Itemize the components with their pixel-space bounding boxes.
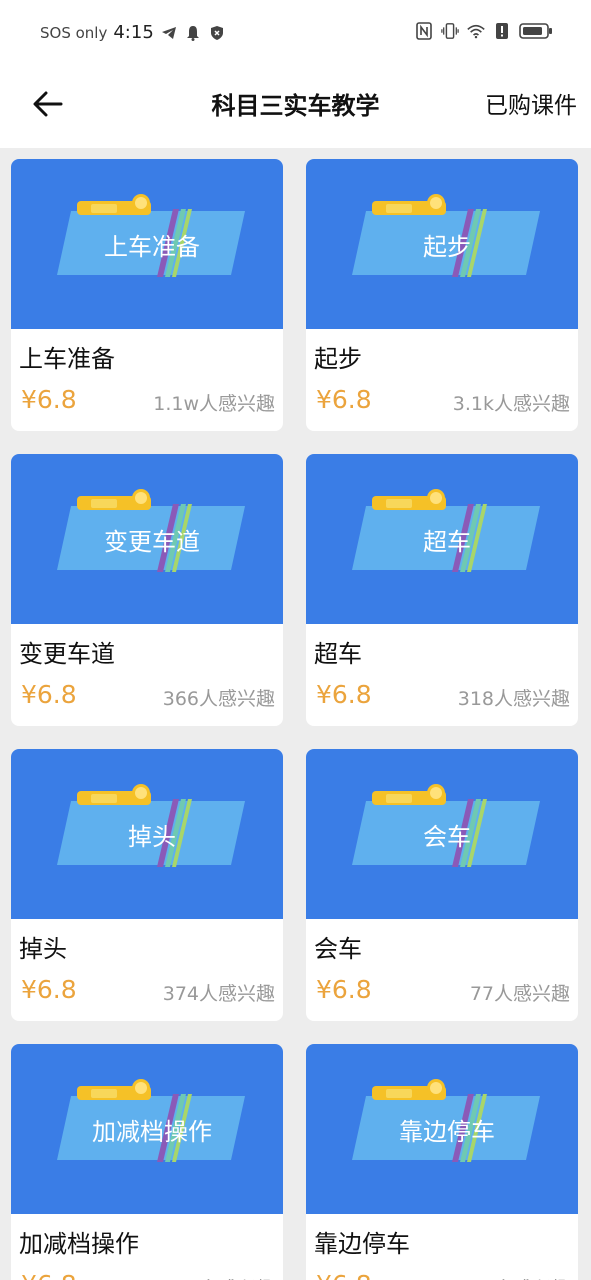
interest-count: 318人感兴趣 [457,688,570,710]
carrier-text: SOS only [40,23,108,42]
vibrate-icon [441,22,459,40]
banner-title: 上车准备 [104,233,200,261]
course-price: ¥6.8 [21,1270,77,1280]
interest-count: 80人感兴趣 [470,1274,570,1280]
status-right [415,22,553,40]
course-banner: 起步 [306,159,578,329]
interest-count: 366人感兴趣 [162,688,275,710]
course-price: ¥6.8 [316,1270,372,1280]
course-title: 靠边停车 [314,1230,410,1258]
course-card[interactable]: 起步 起步 ¥6.8 3.1k人感兴趣 [306,159,578,431]
telegram-icon [160,24,178,42]
app-header: 科目三实车教学 已购课件 [0,66,591,148]
course-card[interactable]: 靠边停车 靠边停车 ¥6.8 80人感兴趣 [306,1044,578,1280]
course-banner: 靠边停车 [306,1044,578,1214]
course-title: 会车 [314,935,362,963]
course-card[interactable]: 超车 超车 ¥6.8 318人感兴趣 [306,454,578,726]
banner-title: 加减档操作 [92,1118,212,1146]
course-title: 上车准备 [19,345,115,373]
course-price: ¥6.8 [21,385,77,414]
course-price: ¥6.8 [316,680,372,709]
wifi-icon [467,22,485,40]
purchased-courses-button[interactable]: 已购课件 [485,86,577,120]
course-banner: 超车 [306,454,578,624]
interest-count: 77人感兴趣 [469,983,570,1005]
course-card[interactable]: 变更车道 变更车道 ¥6.8 366人感兴趣 [11,454,283,726]
course-grid: 上车准备 上车准备 ¥6.8 1.1w人感兴趣 起步 起步 ¥6.8 3.1k人… [11,159,579,1280]
course-card[interactable]: 加减档操作 加减档操作 ¥6.8 77人感兴趣 [11,1044,283,1280]
course-card[interactable]: 掉头 掉头 ¥6.8 374人感兴趣 [11,749,283,1021]
bell-icon [184,24,202,42]
interest-count: 3.1k人感兴趣 [452,393,570,415]
banner-title: 超车 [423,528,471,556]
course-title: 超车 [314,640,362,668]
clock: 4:15 [113,22,154,43]
course-price: ¥6.8 [316,975,372,1004]
course-card[interactable]: 上车准备 上车准备 ¥6.8 1.1w人感兴趣 [11,159,283,431]
course-banner: 上车准备 [11,159,283,329]
course-banner: 加减档操作 [11,1044,283,1214]
course-price: ¥6.8 [21,975,77,1004]
course-price: ¥6.8 [316,385,372,414]
course-banner: 会车 [306,749,578,919]
course-title: 加减档操作 [19,1230,139,1258]
course-title: 变更车道 [19,640,115,668]
interest-count: 77人感兴趣 [175,1274,275,1280]
course-banner: 变更车道 [11,454,283,624]
course-price: ¥6.8 [21,680,77,709]
back-button[interactable] [28,84,68,124]
banner-title: 会车 [423,823,471,851]
banner-title: 靠边停车 [399,1118,495,1146]
alert-icon [493,22,511,40]
interest-count: 374人感兴趣 [162,983,275,1005]
banner-title: 掉头 [128,823,176,851]
banner-title: 变更车道 [104,528,200,556]
course-banner: 掉头 [11,749,283,919]
nfc-icon [415,22,433,40]
back-arrow-icon [33,91,63,117]
course-title: 掉头 [19,935,67,963]
shield-icon [208,24,226,42]
status-left: SOS only 4:15 [40,22,226,43]
status-bar: SOS only 4:15 [0,0,591,66]
course-title: 起步 [314,345,362,373]
interest-count: 1.1w人感兴趣 [153,393,275,415]
banner-title: 起步 [423,233,471,261]
course-card[interactable]: 会车 会车 ¥6.8 77人感兴趣 [306,749,578,1021]
battery-icon [519,22,553,40]
